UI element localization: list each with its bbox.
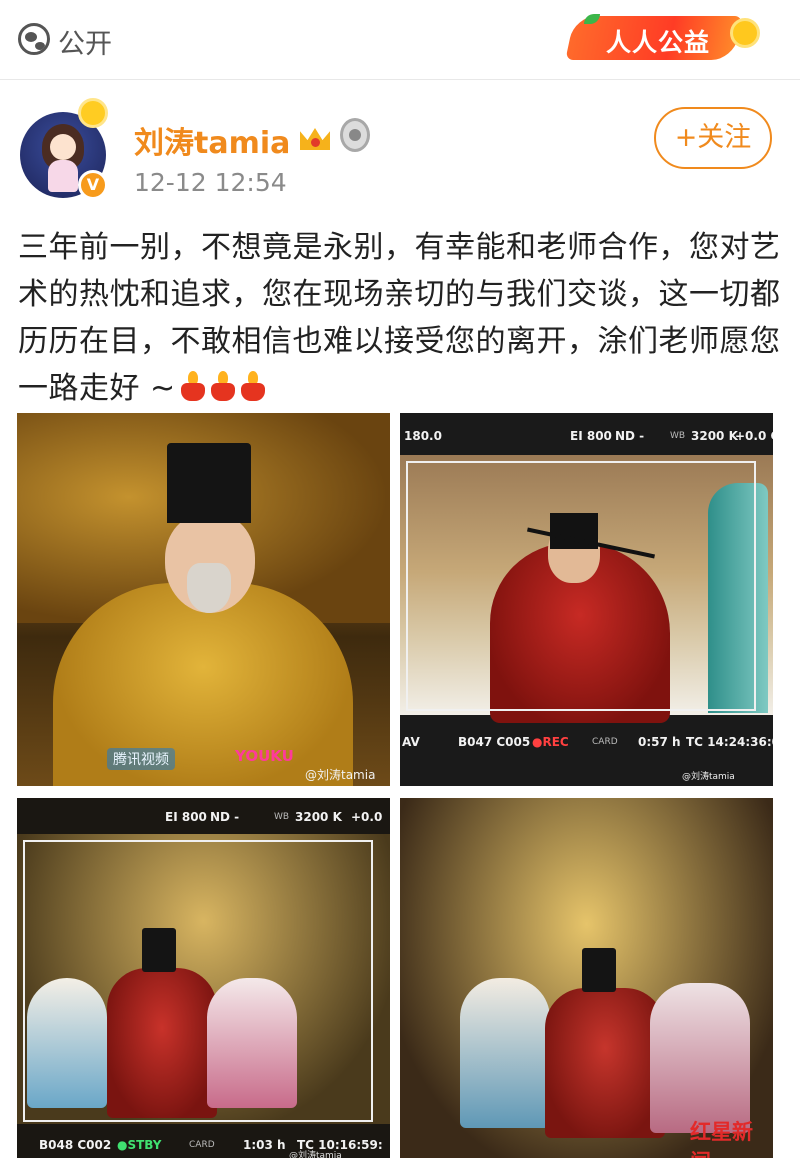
image-watermark: @刘涛tamia (289, 1151, 342, 1158)
hud-clip: B048 C002 (39, 1138, 112, 1152)
author-name[interactable]: 刘涛tamia (134, 118, 290, 162)
news-watermark: 红星新闻 (690, 1120, 753, 1158)
hud-ei: EI 800 (165, 810, 207, 824)
crown-icon[interactable] (298, 118, 332, 152)
hud-tint: +0.0 (351, 810, 383, 824)
charity-badge-label: 人人公益 (606, 28, 711, 57)
hud-timecode: TC 14:24:36:0 (686, 735, 773, 749)
hud-status: ●REC (532, 735, 569, 749)
charity-badge[interactable]: 人人公益 (565, 10, 760, 66)
hud-wb: WB (274, 812, 290, 822)
post-image-3[interactable]: EI 800 ND - WB 3200 K +0.0 B048 C002 ●ST… (17, 798, 390, 1158)
medal-icon[interactable] (340, 118, 370, 152)
image-watermark: @刘涛tamia (682, 772, 735, 782)
hud-tint: +0.0 C (735, 429, 773, 443)
hud-shutter: 180.0 (404, 429, 442, 443)
post-timestamp: 12-12 12:54 (134, 168, 287, 197)
sun-icon (78, 98, 108, 128)
hud-card: CARD (189, 1140, 215, 1150)
hud-nd: ND - (210, 810, 240, 824)
sun-icon (730, 18, 760, 48)
post-image-4[interactable]: 红星新闻 (400, 798, 773, 1158)
post-body-text: 三年前一别，不想竟是永别，有幸能和老师合作，您对艺术的热忱和追求，您在现场亲切的… (18, 230, 781, 406)
hud-kelvin: 3200 K (691, 429, 738, 443)
globe-icon[interactable] (18, 23, 50, 55)
top-bar: 公开 人人公益 (0, 0, 800, 80)
hud-av: AV (402, 735, 420, 749)
hud-card-time: 1:03 h (243, 1138, 286, 1152)
candle-icon (240, 371, 266, 401)
hud-kelvin: 3200 K (295, 810, 342, 824)
hud-card: CARD (592, 737, 618, 747)
hud-ei: EI 800 (570, 429, 612, 443)
hud-nd: ND - (615, 429, 645, 443)
post-body: 三年前一别，不想竟是永别，有幸能和老师合作，您对艺术的热忱和追求，您在现场亲切的… (18, 224, 788, 415)
hud-clip: B047 C005 (458, 735, 531, 749)
video-logo: 腾讯视频 (107, 748, 175, 770)
hud-card-time: 0:57 h (638, 735, 681, 749)
hud-status: ●STBY (117, 1138, 162, 1152)
video-logo-secondary: YOUKU (235, 747, 294, 765)
follow-button[interactable]: +关注 (654, 107, 772, 169)
candle-icon (210, 371, 236, 401)
image-watermark: @刘涛tamia (305, 768, 376, 782)
candle-icon (180, 371, 206, 401)
hud-wb: WB (670, 431, 686, 441)
visibility-label[interactable]: 公开 (58, 22, 112, 61)
post-image-2[interactable]: 180.0 EI 800 ND - WB 3200 K +0.0 C AV B0… (400, 413, 773, 786)
post-image-1[interactable]: 腾讯视频 YOUKU @刘涛tamia (17, 413, 390, 786)
candle-emoji-group (176, 368, 266, 415)
verified-v-icon: V (78, 170, 108, 200)
